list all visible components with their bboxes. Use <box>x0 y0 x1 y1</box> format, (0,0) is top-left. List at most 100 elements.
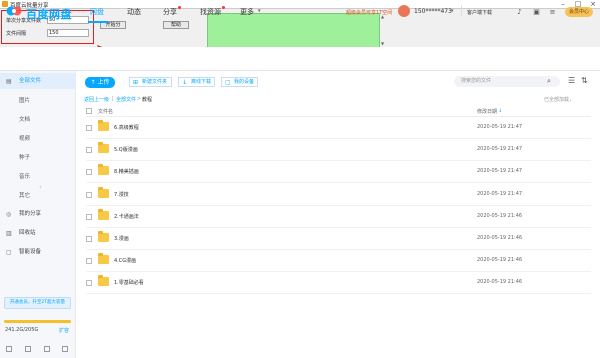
modified-date: 2020-05-19 21:47 <box>477 190 523 197</box>
expand-storage-link[interactable]: 扩容 <box>59 327 69 334</box>
settings-icon[interactable] <box>62 346 68 352</box>
back-link[interactable]: 返回上一级 <box>84 96 109 103</box>
column-modified[interactable]: 修改日期 <box>477 108 497 115</box>
breadcrumb-separator: > <box>137 96 142 102</box>
sidebar-item-other[interactable]: 其它 <box>0 188 76 204</box>
modified-date: 2020-05-19 21:46 <box>477 257 523 264</box>
bell-icon[interactable]: ♪ <box>515 8 524 17</box>
file-name[interactable]: 5.Q版漫画 <box>114 146 138 153</box>
breadcrumb-all-files[interactable]: 全部文件 <box>116 96 136 103</box>
notification-dot <box>222 6 225 9</box>
file-name[interactable]: 7.漫技 <box>114 191 129 198</box>
username[interactable]: 150*****473 <box>414 8 452 15</box>
folder-icon <box>98 253 109 265</box>
file-name[interactable]: 6.高级教程 <box>114 124 139 131</box>
table-row[interactable]: 1.零基础必看 2020-05-19 21:46 <box>76 272 600 295</box>
sidebar-item-torrents[interactable]: 种子 <box>0 150 76 166</box>
nav-activity[interactable]: 动态 <box>127 7 141 17</box>
row-divider <box>86 293 591 295</box>
row-checkbox[interactable] <box>86 280 92 287</box>
share-icon: ◎ <box>6 211 12 218</box>
collapse-handle-icon[interactable]: ‹ <box>39 183 42 191</box>
sidebar-item-all-files[interactable]: ▤ 全部文件 <box>0 73 76 89</box>
nav-more[interactable]: 更多 <box>240 7 254 17</box>
upload-button[interactable]: ↑ 上传 <box>85 77 115 88</box>
file-name[interactable]: 8.精美插画 <box>114 168 139 175</box>
row-checkbox[interactable] <box>86 169 92 176</box>
new-folder-icon: ⊞ <box>133 79 139 86</box>
sidebar-item-docs[interactable]: 文档 <box>0 112 76 128</box>
sidebar-item-music[interactable]: 音乐 <box>0 169 76 185</box>
modified-date: 2020-05-19 21:47 <box>477 146 523 153</box>
modified-date: 2020-05-19 21:46 <box>477 279 523 286</box>
breadcrumb-current: 教程 <box>142 97 153 103</box>
nav-share[interactable]: 分享 <box>163 7 177 17</box>
table-row[interactable]: 8.精美插画 2020-05-19 21:47 <box>76 161 600 184</box>
sidebar-item-videos[interactable]: 视频 <box>0 131 76 147</box>
client-download-link[interactable]: 客户端下载 <box>467 9 492 16</box>
list-view-icon[interactable]: ☰ <box>568 76 575 85</box>
file-name[interactable]: 3.漫画 <box>114 235 129 242</box>
row-checkbox[interactable] <box>86 191 92 198</box>
sidebar-item-my-share[interactable]: ◎ 我的分享 <box>0 206 76 222</box>
phone-icon[interactable] <box>25 346 31 352</box>
chevron-down-icon: ▾ <box>258 8 261 14</box>
file-name[interactable]: 1.零基础必看 <box>114 279 144 286</box>
table-row[interactable]: 6.高级教程 2020-05-19 21:47 <box>76 117 600 139</box>
folder-icon <box>98 120 109 131</box>
row-checkbox[interactable] <box>86 125 92 131</box>
table-row[interactable]: 2.卡通画法 2020-05-19 21:46 <box>76 206 600 228</box>
folder-icon <box>98 142 109 154</box>
folder-icon: ▤ <box>6 78 12 85</box>
sort-icon[interactable]: ⇅ <box>581 76 588 85</box>
app-header <box>0 47 600 71</box>
file-name[interactable]: 4.CG漫画 <box>114 257 136 264</box>
sort-down-icon[interactable]: ↓ <box>498 108 502 114</box>
row-checkbox[interactable] <box>86 236 92 242</box>
chevron-down-icon[interactable]: ▾ <box>451 8 454 14</box>
log-area <box>207 13 380 48</box>
grid-icon[interactable] <box>44 346 50 352</box>
offline-download-button[interactable]: ↓ 离线下载 <box>178 77 215 87</box>
nav-netdisk[interactable]: 网盘 <box>90 7 104 17</box>
column-name[interactable]: 文件名 <box>98 108 113 115</box>
table-row[interactable]: 5.Q版漫画 2020-05-19 21:47 <box>76 139 600 162</box>
modified-date: 2020-05-19 21:47 <box>477 168 523 175</box>
member-center-button[interactable]: 会员中心 <box>565 7 593 17</box>
avatar[interactable] <box>398 5 410 17</box>
table-row[interactable]: 3.漫画 2020-05-19 21:46 <box>76 228 600 250</box>
nav-find-resource[interactable]: 找资源 <box>200 7 221 17</box>
storage-usage: 241.2G/205G <box>5 327 39 333</box>
search-icon[interactable]: ⌕ <box>547 77 551 86</box>
nav-active-indicator <box>88 21 108 23</box>
logo-text: 百度网盘 <box>26 8 72 21</box>
app-icon[interactable] <box>6 346 12 352</box>
menu-icon[interactable]: ≡ <box>548 8 557 17</box>
notification-dot <box>178 6 181 9</box>
interval-input[interactable]: 150 <box>47 29 89 37</box>
sidebar-item-recycle-bin[interactable]: ▥ 回收站 <box>0 225 76 241</box>
search-input[interactable]: 搜索您的文件 <box>454 76 560 87</box>
file-name[interactable]: 2.卡通画法 <box>114 213 139 220</box>
select-all-checkbox[interactable] <box>86 108 92 114</box>
my-device-button[interactable]: ▢ 我的设备 <box>221 77 258 87</box>
scroll-down-icon[interactable]: ▼ <box>381 41 384 46</box>
gift-icon[interactable]: ▣ <box>532 8 541 17</box>
row-checkbox[interactable] <box>86 213 92 220</box>
row-checkbox[interactable] <box>86 147 92 154</box>
help-button[interactable]: 帮助 <box>163 21 189 29</box>
divider <box>461 6 462 16</box>
upgrade-promo-banner[interactable]: 开通会员，升至2T超大容量 <box>4 297 71 309</box>
storage-bar-track <box>4 320 71 323</box>
table-row[interactable]: 7.漫技 2020-05-19 21:47 <box>76 184 600 206</box>
sidebar-item-images[interactable]: 图片 <box>0 93 76 109</box>
folder-icon <box>98 275 109 287</box>
main-content: ↑ 上传 ⊞ 新建文件夹 ↓ 离线下载 ▢ 我的设备 搜索您的文件 ⌕ ☰ ⇅ 返回上… <box>76 71 600 358</box>
app-window: 百度云批量分享 – □ × 单次分享文件数 50 文件间隔 150 开始分 帮助… <box>0 0 600 358</box>
table-row[interactable]: 4.CG漫画 2020-05-19 21:46 <box>76 250 600 273</box>
sidebar-item-smart-device[interactable]: ▢ 智能设备 <box>0 244 76 260</box>
new-folder-button[interactable]: ⊞ 新建文件夹 <box>129 77 172 87</box>
download-icon: ↓ <box>182 79 188 86</box>
promo-link[interactable]: 超级会员可享1T空间 <box>346 9 392 16</box>
row-checkbox[interactable] <box>86 258 92 265</box>
